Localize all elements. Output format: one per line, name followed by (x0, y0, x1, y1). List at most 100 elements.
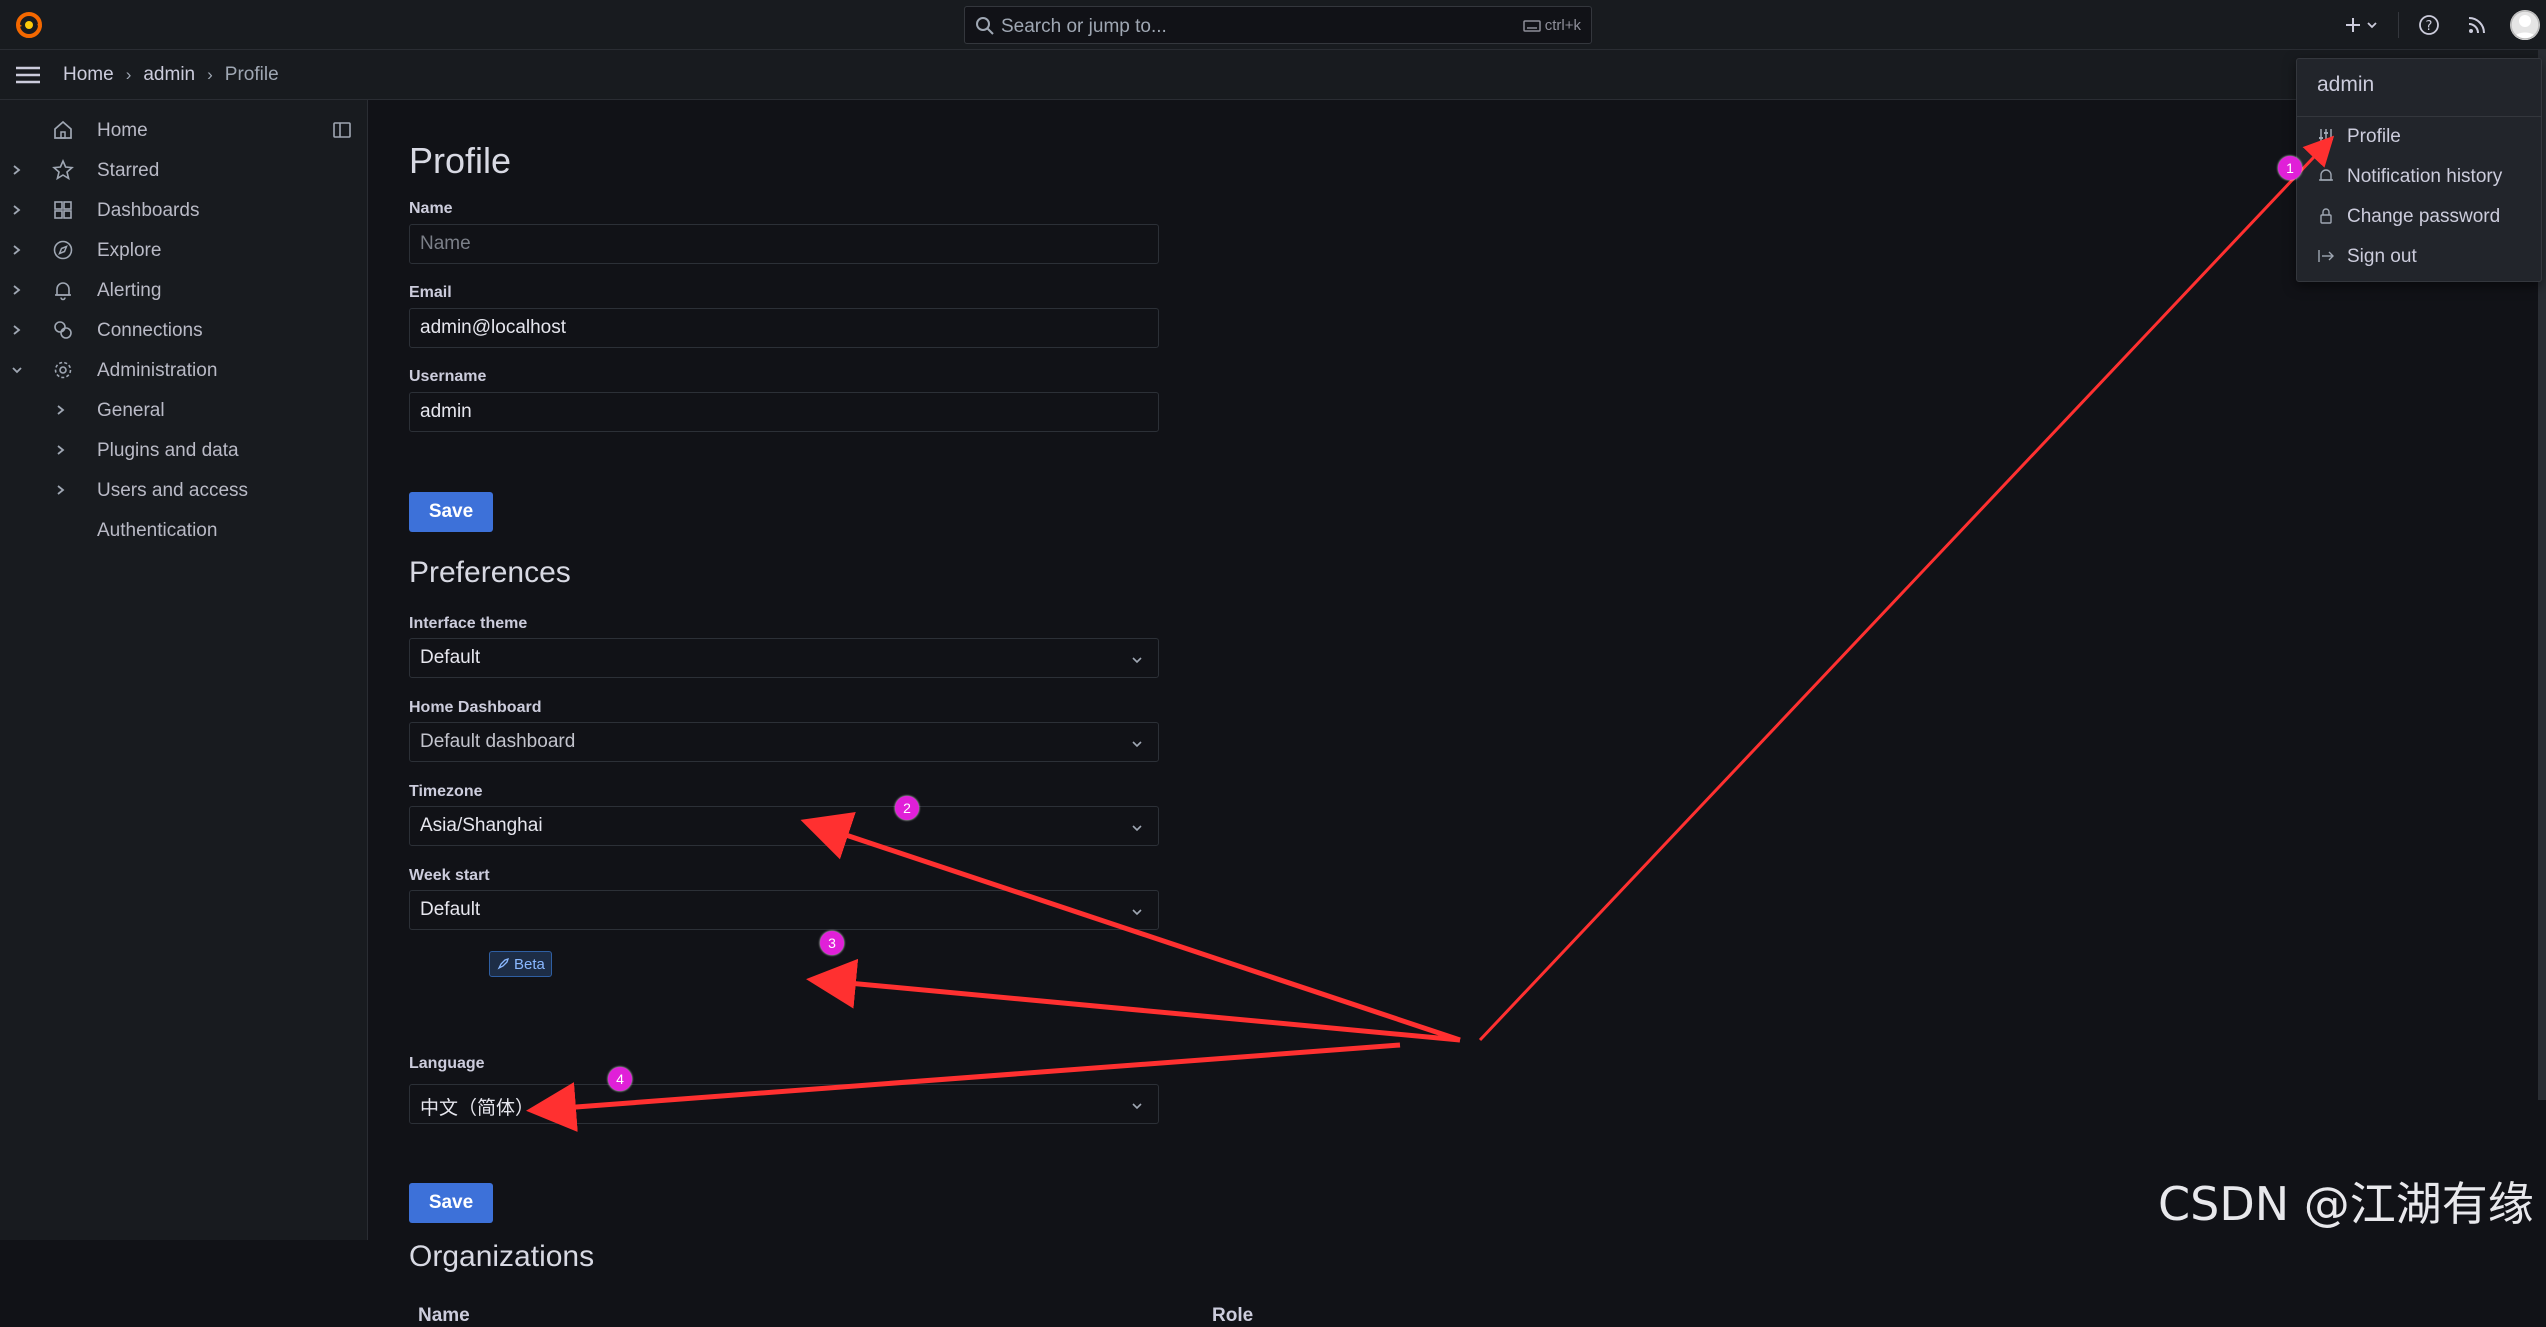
sidebar-item-explore[interactable]: Explore (0, 230, 368, 270)
breadcrumb-admin[interactable]: admin (143, 64, 195, 86)
grid-icon (52, 199, 74, 227)
sidebar-item-starred[interactable]: Starred (0, 150, 368, 190)
interface-theme-select[interactable]: Default (409, 638, 1159, 678)
chevron-right-icon: › (125, 65, 132, 84)
sign-out-icon (2317, 247, 2335, 271)
interface-theme-label: Interface theme (409, 615, 528, 632)
sidebar-item-plugins-and-data[interactable]: Plugins and data (0, 430, 368, 470)
language-value: 中文（简体） (420, 1098, 535, 1119)
email-field[interactable]: admin@localhost (409, 308, 1159, 348)
preferences-title: Preferences (409, 556, 571, 589)
sidebar-item-label: Administration (97, 360, 218, 381)
chevron-down-icon (1130, 735, 1144, 757)
interface-theme-value: Default (420, 647, 481, 668)
grafana-logo-icon[interactable] (14, 10, 44, 40)
sidebar-item-label: Starred (97, 160, 160, 181)
sliders-icon (2317, 127, 2335, 151)
user-menu-header: admin (2317, 73, 2375, 96)
link-icon (52, 319, 74, 347)
annotation-badge-1: 1 (2278, 156, 2302, 180)
sidebar-item-administration[interactable]: Administration (0, 350, 368, 390)
news-rss-icon[interactable] (2465, 13, 2489, 37)
sidebar-item-dashboards[interactable]: Dashboards (0, 190, 368, 230)
menu-item-sign-out[interactable]: Sign out (2297, 237, 2541, 277)
sidebar-item-alerting[interactable]: Alerting (0, 270, 368, 310)
keyboard-icon (1522, 19, 1541, 32)
annotation-badge-4: 4 (608, 1067, 632, 1091)
chevron-right-icon[interactable] (10, 200, 24, 226)
sidebar-item-general[interactable]: General (0, 390, 368, 430)
chevron-right-icon[interactable] (10, 240, 24, 266)
sidebar-item-label: Explore (97, 240, 162, 261)
sidebar-item-authentication[interactable]: Authentication (0, 510, 368, 550)
keyboard-shortcut: ctrl+k (1522, 17, 1581, 34)
sidebar-item-label: Plugins and data (97, 440, 239, 461)
bell-icon (52, 279, 74, 307)
chevron-right-icon[interactable] (10, 160, 24, 186)
email-label: Email (409, 284, 452, 301)
chevron-down-icon (1130, 1097, 1144, 1119)
breadcrumb-home[interactable]: Home (63, 64, 114, 86)
organizations-title: Organizations (409, 1240, 595, 1273)
help-icon[interactable]: ? (2417, 13, 2441, 37)
toolbar-divider (2398, 12, 2399, 38)
rocket-icon (497, 957, 510, 970)
timezone-select[interactable]: Asia/Shanghai (409, 806, 1159, 846)
home-icon (52, 119, 74, 147)
page-title: Profile (409, 140, 512, 181)
sidebar-item-label: Connections (97, 320, 203, 341)
chevron-right-icon: › (207, 65, 213, 84)
sidebar-item-label: Home (97, 120, 148, 141)
chevron-down-icon (1130, 651, 1144, 673)
chevron-down-icon (1130, 819, 1144, 841)
annotation-badge-2: 2 (895, 796, 919, 820)
annotation-badge-3: 3 (820, 931, 844, 955)
star-icon (52, 158, 74, 187)
search-bar[interactable]: Search or jump to... ctrl+k (964, 6, 1592, 44)
chevron-right-icon[interactable] (54, 480, 68, 506)
menu-item-change-password[interactable]: Change password (2297, 197, 2541, 237)
username-label: Username (409, 368, 487, 385)
sidebar-item-label: General (97, 400, 165, 421)
breadcrumb: Home › admin › Profile (63, 64, 279, 86)
menu-item-notification-history[interactable]: Notification history (2297, 157, 2541, 197)
user-avatar[interactable] (2510, 10, 2540, 40)
sidebar-item-users-and-access[interactable]: Users and access (0, 470, 368, 510)
language-label: Language (409, 1055, 485, 1072)
home-dashboard-label: Home Dashboard (409, 699, 542, 716)
week-start-select[interactable]: Default (409, 890, 1159, 930)
user-menu-dropdown: admin Profile Notification history Chang… (2296, 58, 2542, 282)
search-icon (975, 16, 995, 41)
menu-item-profile[interactable]: Profile (2297, 117, 2541, 157)
sidebar-item-label: Users and access (97, 480, 249, 501)
menu-item-label: Notification history (2347, 166, 2503, 187)
language-select[interactable]: 中文（简体） (409, 1084, 1159, 1124)
shortcut-label: ctrl+k (1544, 17, 1581, 34)
menu-item-label: Profile (2347, 126, 2401, 147)
top-bar: Search or jump to... ctrl+k ? (0, 0, 2546, 50)
chevron-right-icon[interactable] (54, 440, 68, 466)
menu-item-label: Sign out (2347, 246, 2417, 267)
lock-icon (2317, 207, 2335, 231)
add-new-button[interactable] (2344, 13, 2384, 37)
sidebar: Home Starred Dashboards Explore Alerting… (0, 100, 368, 1240)
sidebar-item-connections[interactable]: Connections (0, 310, 368, 350)
username-field[interactable]: admin (409, 392, 1159, 432)
home-dashboard-value: Default dashboard (420, 731, 576, 752)
save-preferences-button[interactable]: Save (409, 1183, 493, 1223)
save-profile-button[interactable]: Save (409, 492, 493, 532)
svg-text:?: ? (2426, 19, 2433, 34)
home-dashboard-select[interactable]: Default dashboard (409, 722, 1159, 762)
chevron-right-icon[interactable] (54, 400, 68, 426)
sidebar-item-home[interactable]: Home (0, 110, 368, 150)
compass-icon (52, 239, 74, 267)
name-field[interactable]: Name (409, 224, 1159, 264)
gear-icon (52, 359, 74, 387)
chevron-right-icon[interactable] (10, 320, 24, 346)
timezone-value: Asia/Shanghai (420, 815, 543, 836)
chevron-right-icon[interactable] (10, 280, 24, 306)
chevron-down-icon[interactable] (10, 360, 24, 386)
menu-toggle-icon[interactable] (14, 63, 42, 92)
beta-badge: Beta (489, 951, 552, 977)
sidebar-item-label: Authentication (97, 520, 218, 541)
